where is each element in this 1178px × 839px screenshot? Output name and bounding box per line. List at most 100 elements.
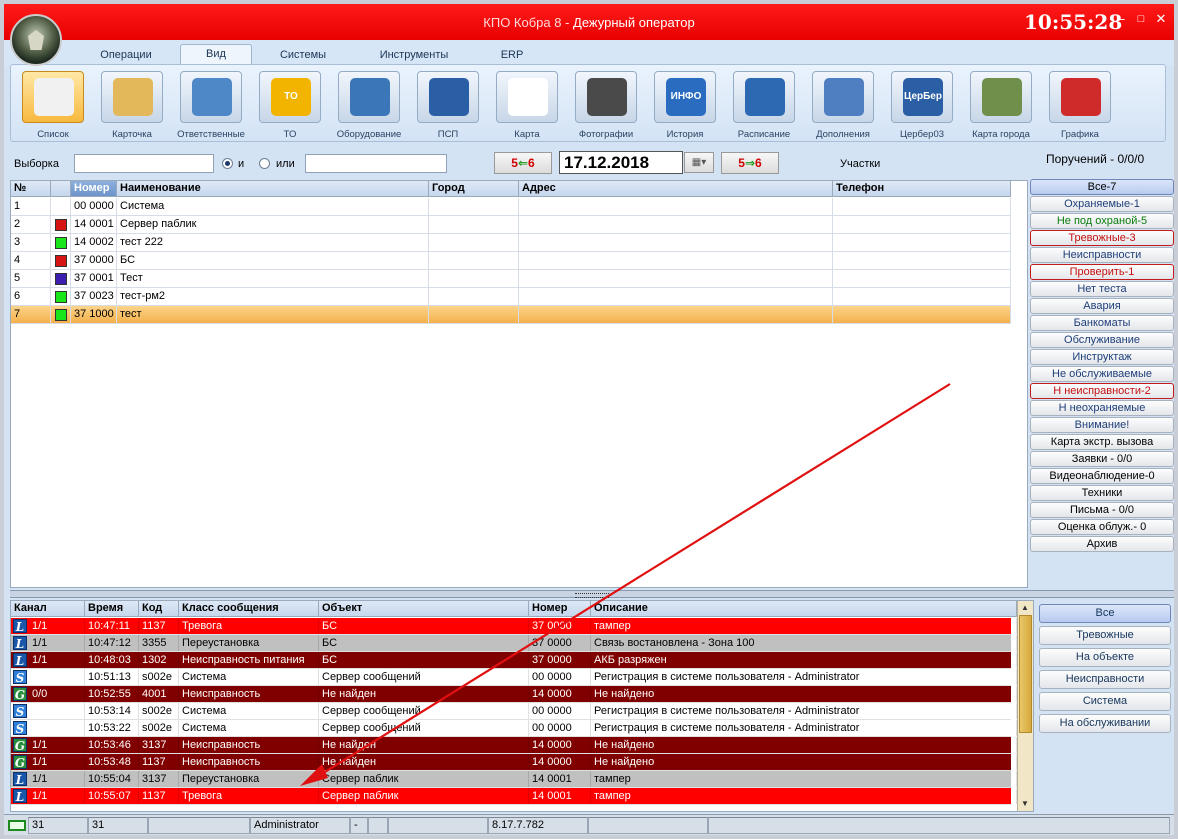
or-input[interactable] — [305, 154, 447, 173]
filter-button-18[interactable]: Видеонаблюдение-0 — [1030, 468, 1174, 484]
column-header[interactable]: Город — [429, 181, 519, 197]
filter-button-17[interactable]: Заявки - 0/0 — [1030, 451, 1174, 467]
close-icon[interactable]: ✕ — [1154, 12, 1168, 26]
tab-systems[interactable]: Системы — [266, 46, 340, 66]
event-filter-button-3[interactable]: На объекте — [1039, 648, 1171, 667]
ribbon-button-1[interactable]: Список — [15, 69, 91, 141]
event-filter-button-6[interactable]: На обслуживании — [1039, 714, 1171, 733]
scroll-thumb[interactable] — [1019, 615, 1032, 733]
event-row[interactable]: S 10:51:13 s002e Система Сервер сообщений 00 … — [11, 669, 1017, 686]
filter-button-8[interactable]: Авария — [1030, 298, 1174, 314]
table-row[interactable]: 4 37 0000 БС — [11, 252, 1011, 270]
tab-view[interactable]: Вид — [180, 44, 252, 66]
filter-button-16[interactable]: Карта экстр. вызова — [1030, 434, 1174, 450]
date-field[interactable]: 17.12.2018 — [559, 151, 683, 174]
filter-button-9[interactable]: Банкоматы — [1030, 315, 1174, 331]
ribbon-toolbar: Список Карточка Ответственные ТО ТО Оборудова… — [10, 64, 1166, 142]
event-column-header[interactable]: Описание — [591, 601, 1017, 617]
event-row[interactable]: G 1/1 10:53:46 3137 Неисправность Не найден 14… — [11, 737, 1017, 754]
ribbon-button-3[interactable]: Ответственные — [173, 69, 249, 141]
event-row[interactable]: S 10:53:22 s002e Система Сервер сообщений 00 … — [11, 720, 1017, 737]
ribbon-button-12[interactable]: ЦерБер Цербер03 — [884, 69, 960, 141]
event-row[interactable]: L 1/1 10:47:12 3355 Переустановка БС 37 0000 Св… — [11, 635, 1017, 652]
event-column-header[interactable]: Номер — [529, 601, 591, 617]
event-column-header[interactable]: Объект — [319, 601, 529, 617]
table-row[interactable]: 6 37 0023 тест-рм2 — [11, 288, 1011, 306]
scroll-up-icon[interactable]: ▲ — [1021, 603, 1029, 612]
column-header[interactable]: Адрес — [519, 181, 833, 197]
column-header[interactable]: № — [11, 181, 51, 197]
filter-button-19[interactable]: Техники — [1030, 485, 1174, 501]
filter-button-5[interactable]: Неисправности — [1030, 247, 1174, 263]
event-column-header[interactable]: Класс сообщения — [179, 601, 319, 617]
filter-button-12[interactable]: Не обслуживаемые — [1030, 366, 1174, 382]
event-row[interactable]: L 1/1 10:47:11 1137 Тревога БС 37 0000 тампер — [11, 618, 1017, 635]
filter-button-13[interactable]: Н неисправности-2 — [1030, 383, 1174, 399]
swap-left-button[interactable]: 5⇐6 — [494, 152, 552, 174]
filter-button-15[interactable]: Внимание! — [1030, 417, 1174, 433]
ribbon-button-7[interactable]: Карта — [489, 69, 565, 141]
filter-button-1[interactable]: Все-7 — [1030, 179, 1174, 195]
event-row[interactable]: S 10:53:14 s002e Система Сервер сообщений 00 … — [11, 703, 1017, 720]
ribbon-button-5[interactable]: Оборудование — [331, 69, 407, 141]
table-row[interactable]: 7 37 1000 тест — [11, 306, 1011, 324]
tab-operations[interactable]: Операции — [86, 46, 166, 66]
events-scrollbar[interactable]: ▲ ▼ — [1017, 601, 1033, 811]
or-radio[interactable] — [259, 158, 270, 169]
filter-button-3[interactable]: Не под охраной-5 — [1030, 213, 1174, 229]
event-row[interactable]: L 1/1 10:55:07 1137 Тревога Сервер паблик 14 0… — [11, 788, 1017, 805]
event-filter-button-1[interactable]: Все — [1039, 604, 1171, 623]
tab-tools[interactable]: Инструменты — [364, 46, 464, 66]
table-row[interactable]: 5 37 0001 Тест — [11, 270, 1011, 288]
ribbon-button-9[interactable]: ИНФО История — [647, 69, 723, 141]
column-header[interactable]: Номер — [71, 181, 117, 197]
row-name: Сервер паблик — [117, 216, 429, 233]
event-column-header[interactable]: Время — [85, 601, 139, 617]
maximize-icon[interactable]: □ — [1134, 12, 1148, 26]
event-filter-button-5[interactable]: Система — [1039, 692, 1171, 711]
ribbon-button-4[interactable]: ТО ТО — [252, 69, 328, 141]
event-row[interactable]: L 1/1 10:55:04 3137 Переустановка Сервер пабл… — [11, 771, 1017, 788]
table-row[interactable]: 2 14 0001 Сервер паблик — [11, 216, 1011, 234]
filter-button-22[interactable]: Архив — [1030, 536, 1174, 552]
column-header[interactable]: Телефон — [833, 181, 1011, 197]
table-row[interactable]: 1 00 0000 Система — [11, 198, 1011, 216]
table-row[interactable]: 3 14 0002 тест 222 — [11, 234, 1011, 252]
tab-erp[interactable]: ERP — [484, 46, 540, 66]
event-row[interactable]: G 0/0 10:52:55 4001 Неисправность Не найден 14… — [11, 686, 1017, 703]
event-row[interactable]: G 1/1 10:53:48 1137 Неисправность Не найден 14… — [11, 754, 1017, 771]
ribbon-button-8[interactable]: Фотографии — [568, 69, 644, 141]
filter-bar: Выборка и или 5⇐6 17.12.2018 ▦▾ 5⇒6 Учас… — [4, 144, 1174, 178]
scroll-down-icon[interactable]: ▼ — [1021, 799, 1029, 808]
event-row[interactable]: L 1/1 10:48:03 1302 Неисправность питания БС 3… — [11, 652, 1017, 669]
column-header[interactable] — [51, 181, 71, 197]
ribbon-button-13[interactable]: Карта города — [963, 69, 1039, 141]
filter-button-11[interactable]: Инструктаж — [1030, 349, 1174, 365]
ribbon-button-2[interactable]: Карточка — [94, 69, 170, 141]
and-radio[interactable] — [222, 158, 233, 169]
column-header[interactable]: Наименование — [117, 181, 429, 197]
ribbon-button-11[interactable]: Дополнения — [805, 69, 881, 141]
calendar-dropdown-icon[interactable]: ▦▾ — [684, 152, 714, 173]
ribbon-button-14[interactable]: Графика — [1042, 69, 1118, 141]
filter-button-6[interactable]: Проверить-1 — [1030, 264, 1174, 280]
panel-splitter[interactable] — [10, 590, 1174, 598]
selection-label: Выборка — [14, 158, 59, 170]
filter-button-7[interactable]: Нет теста — [1030, 281, 1174, 297]
event-column-header[interactable]: Код — [139, 601, 179, 617]
selection-input[interactable] — [74, 154, 214, 173]
filter-button-20[interactable]: Письма - 0/0 — [1030, 502, 1174, 518]
ribbon-button-10[interactable]: Расписание — [726, 69, 802, 141]
filter-button-4[interactable]: Тревожные-3 — [1030, 230, 1174, 246]
event-filter-button-2[interactable]: Тревожные — [1039, 626, 1171, 645]
channel-type-icon: L — [13, 653, 27, 668]
filter-button-21[interactable]: Оценка облуж.- 0 — [1030, 519, 1174, 535]
event-column-header[interactable]: Канал — [11, 601, 85, 617]
ribbon-button-6[interactable]: ПСП — [410, 69, 486, 141]
filter-button-10[interactable]: Обслуживание — [1030, 332, 1174, 348]
filter-button-14[interactable]: Н неохраняемые — [1030, 400, 1174, 416]
filter-button-2[interactable]: Охраняемые-1 — [1030, 196, 1174, 212]
swap-right-button[interactable]: 5⇒6 — [721, 152, 779, 174]
event-filter-button-4[interactable]: Неисправности — [1039, 670, 1171, 689]
minimize-icon[interactable]: – — [1114, 12, 1128, 26]
